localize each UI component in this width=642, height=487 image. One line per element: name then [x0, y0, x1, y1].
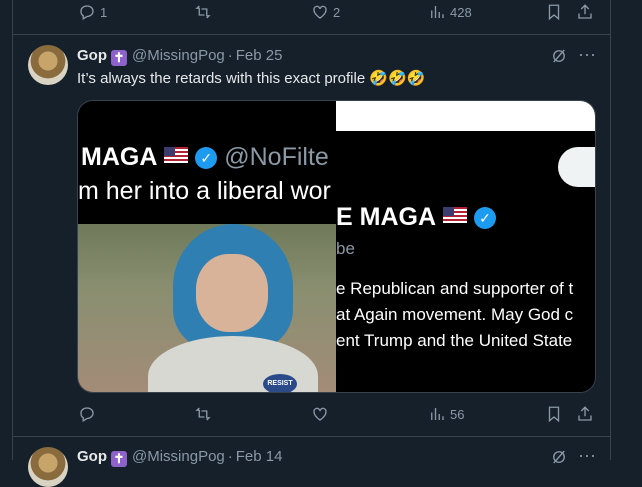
heart-icon: [313, 407, 327, 421]
avatar[interactable]: [28, 45, 68, 85]
dot-separator: ·: [227, 47, 233, 64]
avatar[interactable]: [28, 447, 68, 487]
view-count: 56: [450, 406, 465, 422]
heart-icon: [313, 5, 327, 19]
media-right-line1: E MAGA ✓: [336, 203, 496, 232]
share-icon: [578, 406, 592, 421]
tweet-date[interactable]: Feb 14: [236, 448, 283, 465]
media-right-bio1: e Republican and supporter of t: [336, 279, 574, 298]
bookmark-icon: [548, 4, 560, 21]
us-flag-icon: [164, 147, 189, 163]
reply-count: 1: [100, 4, 108, 20]
share-button[interactable]: [576, 402, 594, 426]
previous-tweet-actions: 1 2 428: [78, 0, 598, 24]
views-icon: [431, 6, 444, 18]
media-right-name: MAGA: [359, 203, 437, 231]
views-button[interactable]: 428: [428, 0, 472, 24]
dot-separator: ·: [227, 448, 233, 465]
repost-icon: [195, 5, 211, 19]
media-image-left[interactable]: MAGA ✓ @NoFilte m her into a liberal wor…: [78, 101, 336, 392]
media-right-prefix: E: [336, 203, 353, 231]
author-name[interactable]: Gop: [77, 47, 107, 64]
media-left-name: MAGA: [81, 143, 158, 171]
view-count: 428: [450, 4, 472, 20]
verified-icon: ✓: [195, 147, 218, 169]
author-name[interactable]: Gop: [77, 448, 107, 465]
media-image-right[interactable]: E MAGA ✓ be e Republican and supporter o…: [336, 101, 595, 392]
tweet-text: It’s always the retards with this exact …: [77, 70, 426, 87]
resist-pin: RESIST: [263, 374, 297, 392]
grok-button[interactable]: [550, 47, 568, 70]
repost-icon: [195, 407, 211, 421]
cross-badge-icon: ✝: [111, 50, 127, 66]
us-flag-icon: [442, 207, 467, 223]
tweet-media[interactable]: MAGA ✓ @NoFilte m her into a liberal wor…: [77, 100, 596, 393]
cross-badge-icon: ✝: [111, 451, 127, 467]
repost-button[interactable]: [194, 0, 212, 24]
media-right-bio2: at Again movement. May God c: [336, 305, 574, 324]
bookmark-button[interactable]: [545, 402, 563, 426]
tweet-date[interactable]: Feb 25: [236, 47, 283, 64]
share-icon: [578, 4, 592, 19]
media-left-line1: MAGA ✓ @NoFilte: [81, 143, 329, 172]
profile-photo: RESIST: [78, 224, 336, 392]
screenshot-header: [336, 101, 595, 131]
author-handle[interactable]: @MissingPog: [132, 448, 225, 465]
reply-icon: [80, 5, 94, 20]
views-icon: [431, 408, 444, 420]
screenshot-button: [558, 147, 595, 187]
repost-button[interactable]: [194, 402, 212, 426]
media-left-line2: m her into a liberal wor: [78, 177, 331, 205]
next-tweet-header: Gop ✝ @MissingPog · Feb 14: [77, 448, 282, 467]
grok-icon: [553, 49, 565, 63]
tweet-actions: 56: [78, 402, 598, 426]
more-options-icon[interactable]: ···: [578, 44, 596, 65]
divider: [13, 34, 610, 35]
media-left-handle: @NoFilte: [224, 143, 329, 171]
reply-icon: [80, 407, 94, 422]
timeline-column: 1 2 428 Gop ✝ @MissingPog · Feb 25 ··· It’s …: [12, 0, 611, 487]
media-right-bio3: ent Trump and the United State: [336, 331, 573, 350]
divider: [13, 436, 610, 437]
like-count: 2: [333, 4, 341, 20]
tweet-header: Gop ✝ @MissingPog · Feb 25: [77, 47, 282, 66]
author-handle[interactable]: @MissingPog: [132, 47, 225, 64]
like-button[interactable]: 2: [311, 0, 340, 24]
share-button[interactable]: [576, 0, 594, 24]
bookmark-icon: [548, 406, 560, 423]
like-button[interactable]: [311, 402, 329, 426]
more-options-icon[interactable]: ···: [578, 445, 596, 466]
media-right-line2: be: [336, 239, 355, 258]
bookmark-button[interactable]: [545, 0, 563, 24]
views-button[interactable]: 56: [428, 402, 464, 426]
reply-button[interactable]: 1: [78, 0, 107, 24]
verified-icon: ✓: [473, 207, 496, 229]
grok-icon: [553, 450, 565, 464]
reply-button[interactable]: [78, 402, 100, 426]
